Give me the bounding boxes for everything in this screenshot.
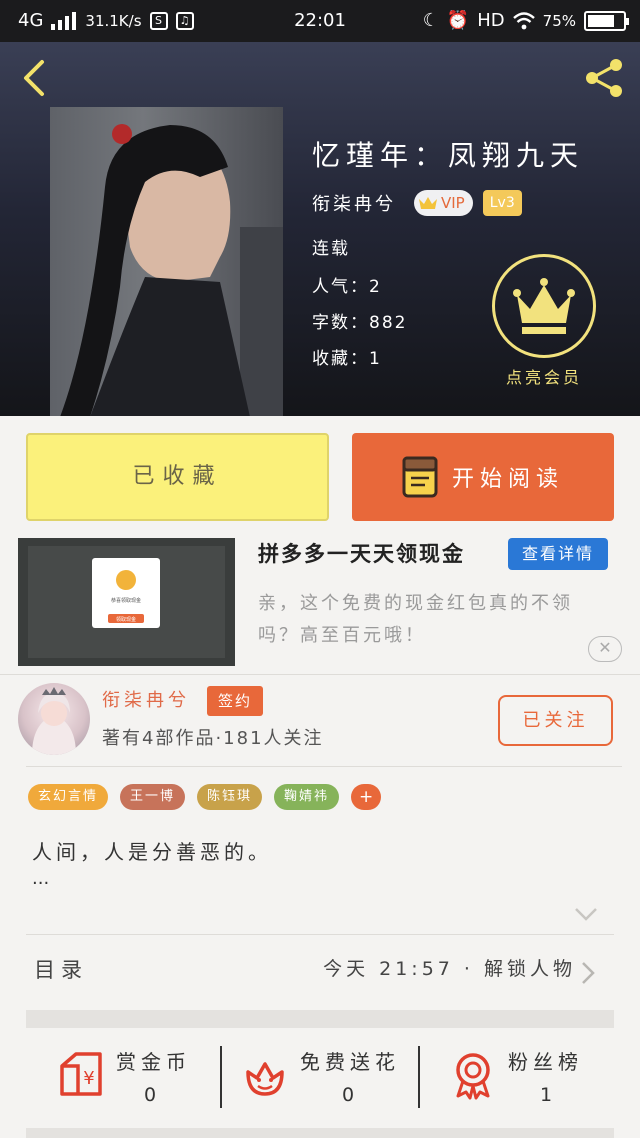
- section-separator: [26, 1128, 614, 1138]
- divider: [26, 766, 622, 767]
- ad-title[interactable]: 拼多多一天天领现金: [258, 538, 465, 568]
- alarm-icon: ⏰: [446, 10, 470, 31]
- ad-details-button[interactable]: 查看详情: [508, 538, 608, 570]
- tag-item[interactable]: 陈钰琪: [197, 784, 263, 810]
- book-icon: [402, 456, 438, 498]
- fan-ranking-button[interactable]: 粉丝榜 1: [448, 1038, 598, 1118]
- divider: [0, 674, 640, 675]
- battery-icon: [584, 10, 629, 31]
- synopsis-text: 人间，人是分善恶的。: [32, 840, 272, 864]
- reward-coins-label: 赏金币: [116, 1050, 191, 1074]
- crown-small-icon: [419, 197, 437, 209]
- follow-button[interactable]: 已关注: [498, 695, 613, 746]
- add-tag-button[interactable]: +: [351, 784, 382, 810]
- ad-description: 亲，这个免费的现金红包真的不领吗？高至百元哦！: [258, 593, 573, 646]
- start-reading-button[interactable]: 开始阅读: [352, 433, 614, 521]
- vip-label: VIP: [441, 194, 465, 212]
- fan-ranking-value: 1: [540, 1084, 553, 1106]
- medal-icon: [456, 1053, 490, 1100]
- book-title: 忆瑾年：凤翔九天: [312, 139, 585, 172]
- serial-status: 连载: [312, 239, 350, 259]
- tag-list: 玄幻言情 王一博 陈钰琪 鞠婧祎 +: [28, 784, 382, 810]
- toc-label[interactable]: 目录: [34, 954, 88, 984]
- ad-image[interactable]: 恭喜领取现金 领取现金: [18, 538, 235, 666]
- ad-image-button: 领取现金: [116, 616, 136, 623]
- synopsis-more: ...: [32, 868, 50, 889]
- battery-percent: 75%: [542, 11, 576, 30]
- crown-icon: [513, 278, 575, 334]
- chevron-right-icon[interactable]: [580, 960, 596, 986]
- flower-icon: [246, 1062, 284, 1096]
- tag-item[interactable]: 王一博: [120, 784, 186, 810]
- avatar[interactable]: [18, 683, 90, 755]
- reward-coins-button[interactable]: ¥ 赏金币 0: [56, 1038, 216, 1118]
- member-label[interactable]: 点亮会员: [484, 364, 604, 388]
- tag-item[interactable]: 鞠婧祎: [274, 784, 340, 810]
- moon-icon: ☾: [422, 10, 439, 31]
- cover-illustration: [60, 124, 283, 416]
- status-bar: 4G 31.1K/s S ♫ 22:01 ☾ ⏰ HD 75%: [0, 0, 640, 42]
- divider: [418, 1046, 420, 1108]
- divider: [220, 1046, 222, 1108]
- tag-item[interactable]: 玄幻言情: [28, 784, 109, 810]
- send-flower-value: 0: [342, 1084, 355, 1106]
- section-separator: [26, 1010, 614, 1028]
- reward-coins-value: 0: [144, 1084, 157, 1106]
- chevron-down-icon[interactable]: [572, 904, 600, 924]
- hd-label: HD: [477, 10, 505, 31]
- fan-ranking-label: 粉丝榜: [508, 1050, 583, 1074]
- popularity: 人气：2: [312, 277, 382, 297]
- level-badge: Lv3: [482, 190, 522, 216]
- share-icon[interactable]: [582, 56, 626, 100]
- send-flower-button[interactable]: 免费送花 0: [240, 1038, 410, 1118]
- start-reading-label: 开始阅读: [451, 467, 564, 492]
- header-author-name[interactable]: 衔柒冉兮: [312, 190, 396, 216]
- book-cover[interactable]: [50, 107, 283, 416]
- close-icon[interactable]: ✕: [588, 636, 622, 662]
- favorited-button[interactable]: 已收藏: [26, 433, 329, 521]
- ad-image-caption: 恭喜领取现金: [111, 597, 141, 604]
- chevron-left-icon[interactable]: [16, 58, 52, 98]
- book-header: 忆瑾年：凤翔九天 衔柒冉兮 VIP Lv3 连载 人气：2 字数：882 收藏：…: [0, 42, 640, 416]
- wifi-icon: [512, 11, 535, 29]
- svg-text:¥: ¥: [83, 1068, 94, 1089]
- member-crown-button[interactable]: [492, 254, 596, 358]
- send-flower-label: 免费送花: [300, 1050, 400, 1074]
- author-name[interactable]: 衔柒冉兮: [102, 686, 190, 712]
- word-count: 字数：882: [312, 313, 408, 333]
- author-stats: 著有4部作品·181人关注: [102, 728, 324, 749]
- favorite-count: 收藏：1: [312, 349, 382, 369]
- header-author-line: 衔柒冉兮 VIP Lv3: [312, 190, 522, 216]
- red-envelope-icon: ¥: [60, 1052, 102, 1096]
- signed-badge: 签约: [207, 686, 263, 716]
- avatar-illustration: [32, 687, 76, 755]
- vip-badge: VIP: [414, 190, 473, 216]
- ad-illustration: 恭喜领取现金 领取现金: [18, 538, 235, 666]
- toc-latest-update[interactable]: 今天 21:57 · 解锁人物: [323, 954, 576, 981]
- divider: [26, 934, 614, 935]
